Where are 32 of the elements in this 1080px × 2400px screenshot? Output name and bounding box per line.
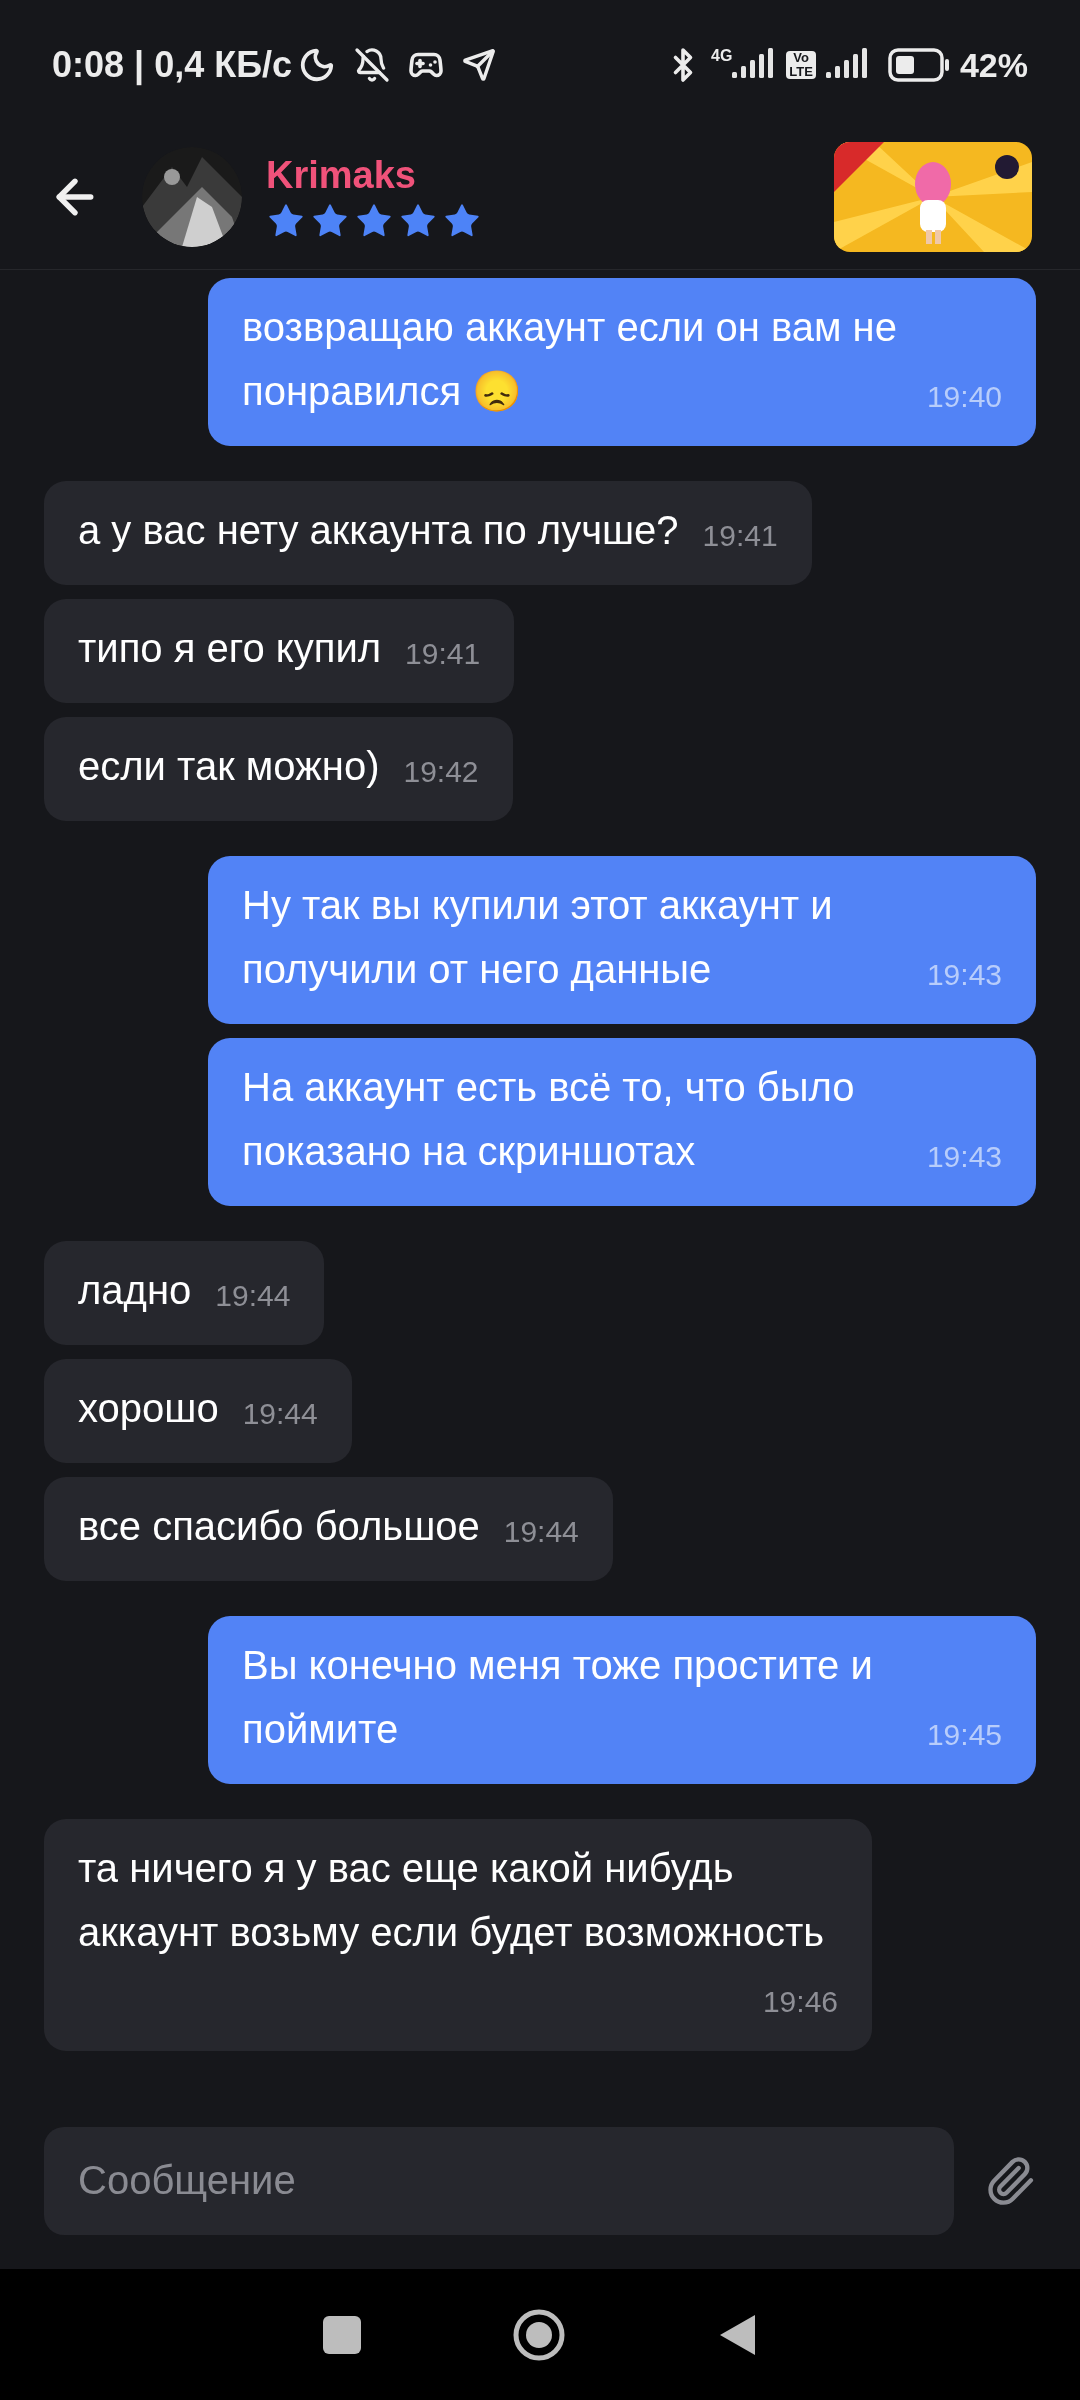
message-time: 19:46 bbox=[762, 1984, 838, 2020]
message-time: 19:43 bbox=[926, 1139, 1002, 1175]
message-time: 19:44 bbox=[215, 1278, 291, 1314]
incoming-message: все спасибо большое 19:44 bbox=[44, 1477, 613, 1581]
recent-apps-button[interactable] bbox=[323, 2315, 361, 2354]
message-time: 19:44 bbox=[503, 1514, 579, 1550]
outgoing-message: Вы конечно меня тоже простите и поймите 19:45 bbox=[208, 1616, 1036, 1784]
send-icon bbox=[462, 48, 497, 82]
outgoing-message: возвращаю аккаунт если он вам не понравился 😞 19:40 bbox=[208, 278, 1036, 446]
network-type: 4G bbox=[711, 48, 733, 64]
incoming-message: та ничего я у вас еще какой нибудь аккаунт возьму если будет возможность 19:46 bbox=[44, 1819, 872, 2051]
message-time: 19:41 bbox=[702, 518, 778, 554]
battery-icon bbox=[887, 48, 950, 82]
message-time: 19:42 bbox=[403, 754, 479, 790]
message-time: 19:40 bbox=[926, 379, 1002, 415]
message-time: 19:43 bbox=[926, 957, 1002, 993]
volte-badge[interactable]: Vo LTE bbox=[786, 51, 816, 79]
battery-percent: 42% bbox=[959, 44, 1028, 86]
message-time: 19:45 bbox=[926, 1717, 1002, 1753]
contact-name: Krimaks bbox=[266, 152, 417, 197]
incoming-message: а у вас нету аккаунта по лучше? 19:41 bbox=[44, 481, 812, 585]
outgoing-message: На аккаунт есть всё то, что было показано на скриншотах 19:43 bbox=[208, 1038, 1036, 1206]
incoming-message: если так можно) 19:42 bbox=[44, 717, 513, 821]
message-time: 19:41 bbox=[405, 636, 481, 672]
outgoing-message: Ну так вы купили этот аккаунт и получили от него данные 19:43 bbox=[208, 856, 1036, 1024]
message-input[interactable]: Сообщение bbox=[44, 2126, 954, 2235]
message-time: 19:44 bbox=[242, 1396, 318, 1432]
incoming-message: типо я его купил 19:41 bbox=[44, 599, 515, 703]
status-time-speed: 0:08 | 0,4 КБ/с bbox=[52, 43, 293, 88]
incoming-message: ладно 19:44 bbox=[44, 1241, 325, 1345]
incoming-message: хорошо 19:44 bbox=[44, 1359, 352, 1463]
bell-off-icon bbox=[354, 47, 391, 83]
